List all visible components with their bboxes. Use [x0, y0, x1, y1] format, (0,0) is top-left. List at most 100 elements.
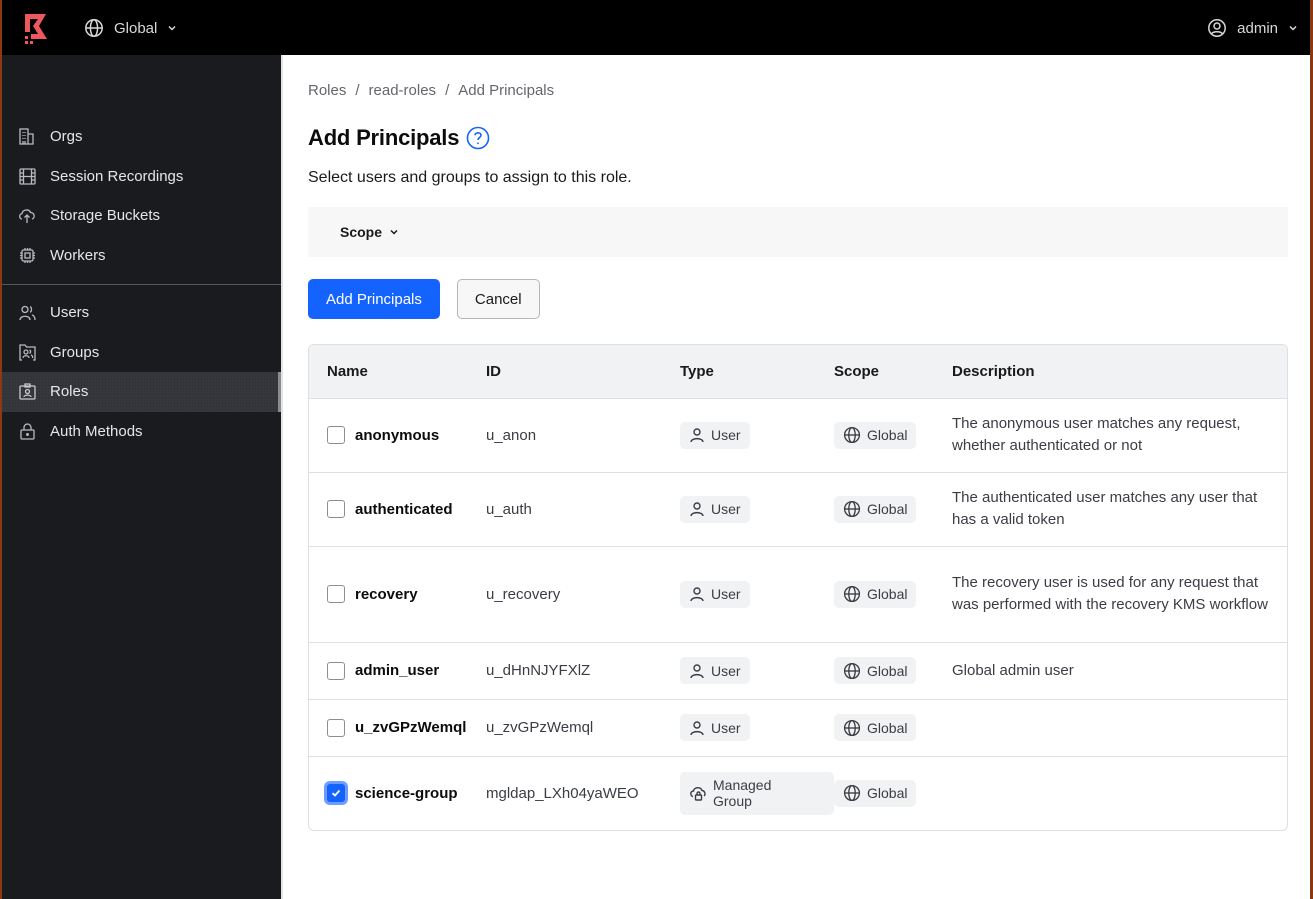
sidebar-item-label: Storage Buckets [50, 207, 161, 225]
principal-name: recovery [355, 585, 418, 603]
lock-icon [18, 422, 36, 440]
scope-switcher[interactable]: Global [84, 14, 177, 42]
principal-name: anonymous [355, 426, 440, 444]
user-label: admin [1237, 19, 1278, 37]
breadcrumb: Roles / read-roles / Add Principals [308, 82, 554, 99]
org-icon [18, 128, 36, 146]
sidebar-item-label: Orgs [50, 128, 83, 146]
globe-icon [843, 662, 861, 680]
row-checkbox[interactable] [327, 426, 345, 444]
breadcrumb-separator: / [355, 82, 360, 99]
principal-id: u_auth [486, 472, 680, 547]
sidebar-border [281, 55, 283, 899]
scope-label: Global [114, 19, 158, 37]
scope-badge: Global [834, 580, 917, 608]
principal-name: science-group [355, 784, 458, 802]
add-principals-button[interactable]: Add Principals [308, 279, 440, 319]
principal-description [952, 699, 1287, 757]
users-icon [18, 304, 36, 322]
sidebar-item-orgs[interactable]: Orgs [2, 117, 281, 157]
cloud-upload-icon [18, 207, 36, 225]
sidebar-item-workers[interactable]: Workers [2, 236, 281, 276]
user-circle-icon [1208, 19, 1227, 37]
column-header-id: ID [486, 345, 680, 399]
column-header-description: Description [952, 345, 1287, 399]
scope-label: Global [867, 785, 908, 802]
principal-id: u_recovery [486, 546, 680, 643]
type-badge: User [680, 495, 750, 523]
user-icon [689, 586, 705, 602]
user-menu[interactable]: admin [1207, 14, 1298, 42]
scope-badge: Global [834, 495, 917, 523]
principal-description [952, 756, 1287, 830]
row-checkbox[interactable] [327, 585, 345, 603]
sidebar-item-storage-buckets[interactable]: Storage Buckets [2, 196, 281, 236]
principal-name: authenticated [355, 500, 453, 518]
cancel-button[interactable]: Cancel [456, 279, 540, 319]
page-title-text: Add Principals [308, 125, 460, 150]
row-checkbox[interactable] [327, 718, 345, 737]
scope-badge: Global [834, 714, 917, 741]
type-label: User [711, 662, 741, 679]
sidebar-group-iam: Users Groups Roles Auth Methods [2, 293, 281, 451]
row-checkbox[interactable] [327, 661, 345, 680]
globe-icon [843, 784, 861, 802]
sidebar-item-label: Roles [50, 383, 89, 401]
filter-bar: Scope [308, 207, 1288, 257]
user-icon [689, 427, 705, 443]
film-icon [18, 167, 36, 185]
row-checkbox-checked[interactable] [327, 784, 345, 803]
sidebar-item-auth-methods[interactable]: Auth Methods [2, 412, 281, 452]
sidebar: Orgs Session Recordings Storage Buckets … [2, 55, 281, 899]
sidebar-item-roles[interactable]: Roles [2, 372, 281, 412]
chevron-down-icon [1289, 25, 1297, 31]
type-label: User [711, 586, 741, 602]
principal-id: u_zvGPzWemql [486, 699, 680, 757]
app-window: Global admin Orgs Session Recordings Sto… [2, 0, 1310, 899]
type-label: User [711, 719, 741, 736]
scope-filter-dropdown[interactable]: Scope [340, 224, 399, 240]
sidebar-item-label: Auth Methods [50, 422, 143, 440]
table-row: recovery u_recovery User Global The reco… [309, 546, 1287, 643]
breadcrumb-current: Add Principals [458, 82, 555, 99]
sidebar-item-label: Groups [50, 343, 100, 361]
cpu-icon [18, 246, 36, 264]
scope-filter-label: Scope [340, 224, 383, 240]
scope-badge: Global [834, 421, 917, 449]
principal-name: admin_user [355, 662, 440, 679]
type-badge: User [680, 580, 750, 608]
scope-label: Global [867, 501, 908, 517]
user-icon [689, 501, 705, 517]
principal-name: u_zvGPzWemql [355, 719, 467, 736]
principal-description: The recovery user is used for any reques… [952, 546, 1287, 643]
breadcrumb-role[interactable]: read-roles [369, 82, 437, 99]
scope-badge: Global [834, 657, 917, 684]
sidebar-item-label: Users [50, 304, 90, 322]
globe-icon [85, 19, 103, 37]
principal-description: Global admin user [952, 642, 1287, 700]
table-row: authenticated u_auth User Global The aut… [309, 472, 1287, 547]
row-checkbox[interactable] [327, 500, 345, 518]
form-actions: Add Principals Cancel [308, 279, 540, 319]
sidebar-item-users[interactable]: Users [2, 293, 281, 333]
page-title: Add Principals [308, 125, 490, 151]
column-header-scope: Scope [834, 345, 952, 399]
sidebar-item-groups[interactable]: Groups [2, 333, 281, 373]
sidebar-item-session-recordings[interactable]: Session Recordings [2, 157, 281, 197]
scope-label: Global [867, 586, 908, 602]
principal-id: mgldap_LXh04yaWEO [486, 784, 639, 802]
principal-description: The anonymous user matches any request, … [952, 398, 1287, 473]
chevron-down-icon [168, 25, 176, 31]
sidebar-group-resources: Orgs Session Recordings Storage Buckets … [2, 117, 281, 275]
table-header-row: Name ID Type Scope Description [309, 345, 1287, 399]
user-icon [689, 663, 705, 679]
breadcrumb-roles[interactable]: Roles [308, 82, 346, 99]
principals-table: Name ID Type Scope Description anonymous… [308, 344, 1288, 831]
help-icon[interactable] [466, 126, 490, 150]
principal-description: The authenticated user matches any user … [952, 472, 1287, 547]
boundary-logo[interactable] [22, 12, 50, 44]
table-row: anonymous u_anon User Global The anonymo… [309, 398, 1287, 473]
principal-id: u_dHnNJYFXlZ [486, 642, 680, 700]
type-badge: Managed Group [680, 771, 834, 815]
type-badge: User [680, 421, 750, 449]
